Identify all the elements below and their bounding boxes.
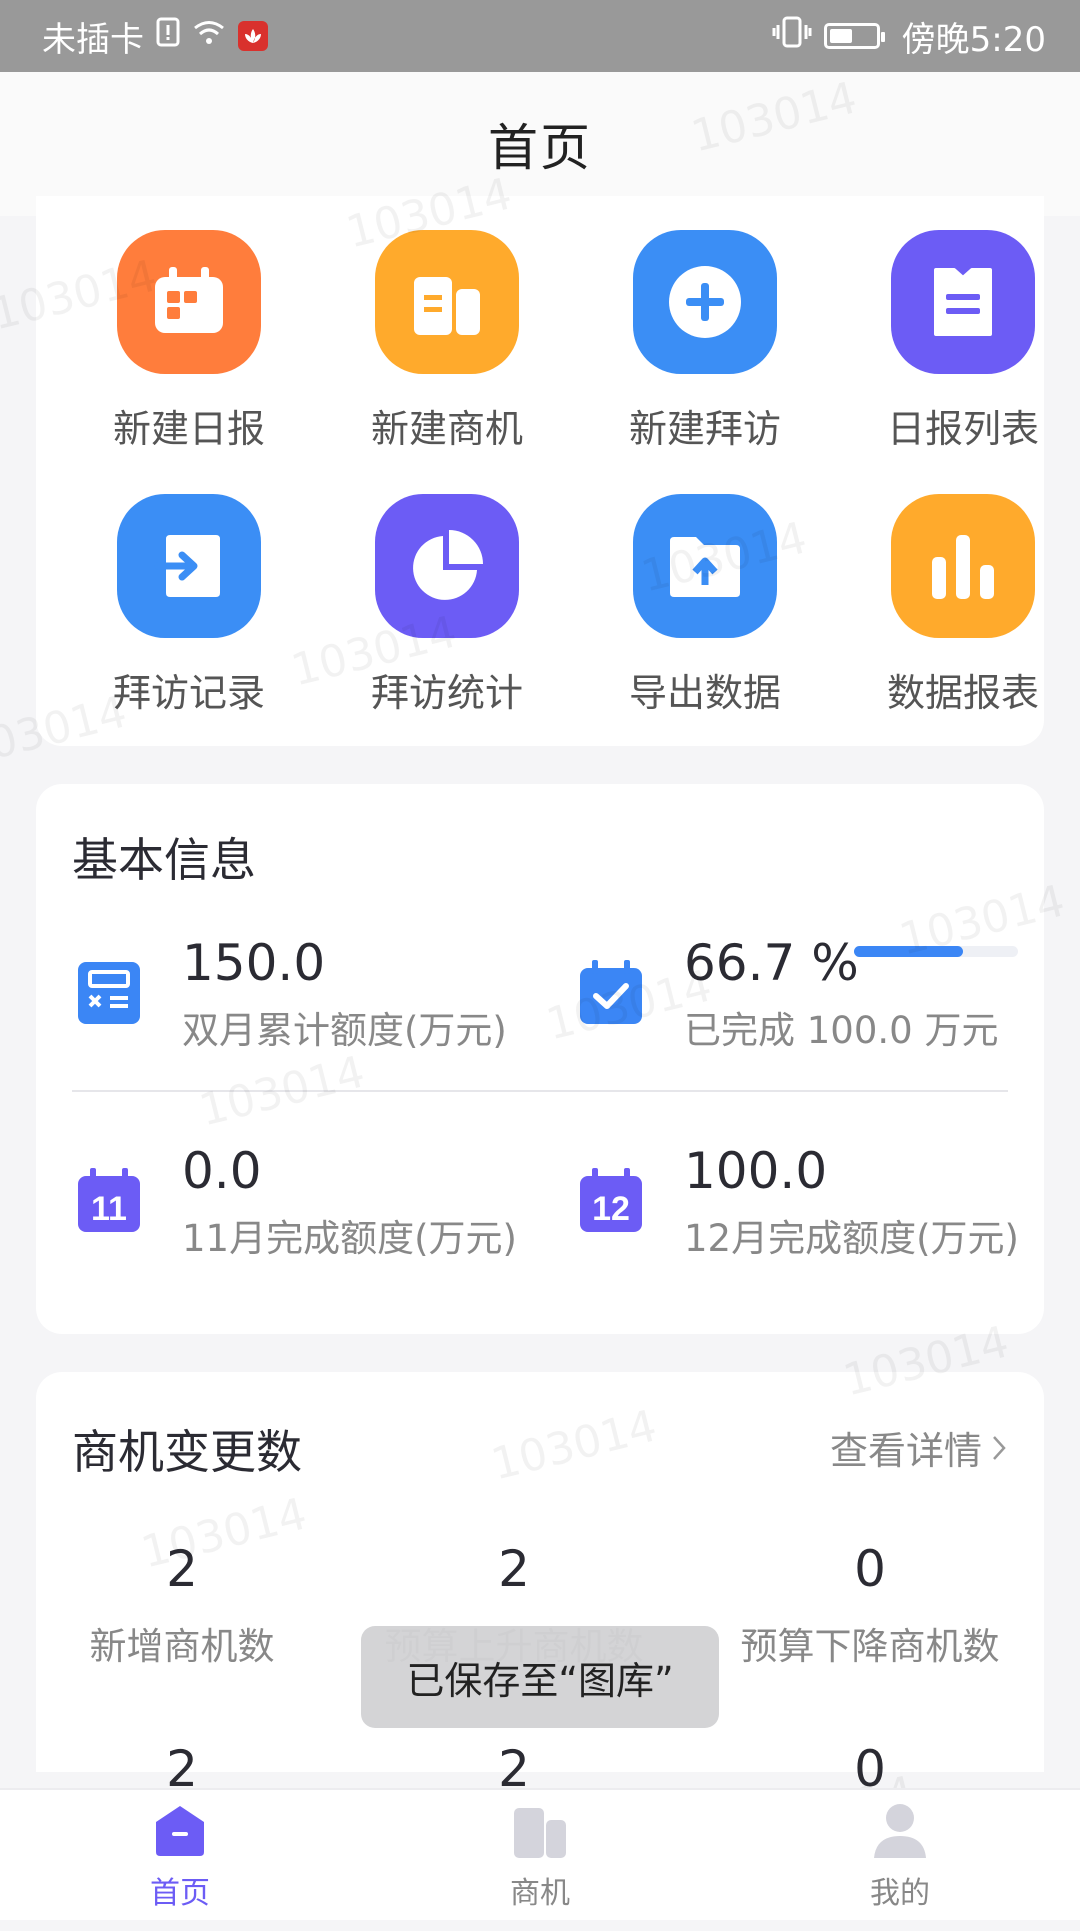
quick-action-new-visit[interactable]: 新建拜访: [585, 230, 825, 453]
list-document-icon: [891, 230, 1035, 374]
view-details-link[interactable]: 查看详情: [830, 1420, 1006, 1475]
quick-action-new-daily-report[interactable]: 新建日报: [69, 230, 309, 453]
section-title: 基本信息: [72, 833, 256, 887]
app-notification-icon: [238, 21, 268, 51]
quick-action-label: 新建商机: [370, 407, 523, 451]
plus-circle-icon: [633, 230, 777, 374]
wifi-icon: [192, 16, 226, 56]
quick-action-visit-records[interactable]: 拜访记录: [69, 494, 309, 717]
stat-budget-decrease: 0 预算下降商机数: [720, 1540, 1020, 1670]
login-arrow-icon: [117, 494, 261, 638]
stat-label: 新增商机数: [89, 1625, 275, 1668]
quick-actions-card: 新建日报 新建商机 新建拜访 日报列表 拜访记录 拜访统计 导出数据 数据报表: [36, 196, 1044, 746]
sim-alert-icon: [156, 16, 180, 56]
page-title: 首页: [488, 119, 592, 177]
metric-bimonthly-total: 150.0 双月累计额度(万元): [76, 932, 507, 1054]
quick-action-label: 拜访记录: [112, 671, 265, 715]
quick-action-data-reports[interactable]: 数据报表: [843, 494, 1080, 717]
stat-label: 预算下降商机数: [740, 1625, 1000, 1668]
bar-chart-icon: [891, 494, 1035, 638]
metric-label: 11月完成额度(万元): [182, 1217, 517, 1260]
battery-icon: [823, 23, 885, 49]
metric-value: 100.0: [684, 1142, 828, 1200]
buildings-icon: [510, 1802, 570, 1862]
quick-action-label: 导出数据: [628, 671, 781, 715]
carrier-text: 未插卡: [42, 19, 144, 60]
view-details-label: 查看详情: [829, 1429, 982, 1473]
completion-progress-fill: [854, 946, 964, 957]
quick-action-label: 拜访统计: [370, 671, 523, 715]
metric-december-amount: 12 100.0 12月完成额度(万元): [578, 1140, 1019, 1262]
stat-value: 2: [166, 1540, 198, 1598]
navigation-bar: 首页: [0, 72, 1080, 216]
clock-text: 傍晚5:20: [901, 19, 1046, 60]
quick-action-label: 日报列表: [886, 407, 1039, 451]
tab-opportunities[interactable]: 商机: [360, 1790, 720, 1920]
basic-info-card: 基本信息 150.0 双月累计额度(万元) 66.7 % 已完成 100.0 万…: [36, 784, 1044, 1334]
status-bar: 未插卡 傍晚5:20: [0, 0, 1080, 72]
tab-profile[interactable]: 我的: [720, 1790, 1080, 1920]
metric-label: 双月累计额度(万元): [182, 1009, 507, 1052]
stat-new-opportunities: 2 新增商机数: [32, 1540, 332, 1670]
svg-text:12: 12: [592, 1190, 630, 1228]
quick-action-daily-report-list[interactable]: 日报列表: [843, 230, 1080, 453]
quick-action-label: 新建日报: [112, 407, 265, 451]
tab-home[interactable]: 首页: [0, 1790, 360, 1920]
quick-action-visit-statistics[interactable]: 拜访统计: [327, 494, 567, 717]
user-icon: [870, 1802, 930, 1862]
quick-action-new-opportunity[interactable]: 新建商机: [327, 230, 567, 453]
quick-action-label: 数据报表: [886, 671, 1039, 715]
tab-label: 首页: [150, 1876, 210, 1911]
calendar-11-icon: 11: [76, 1168, 142, 1234]
calendar-12-icon: 12: [578, 1168, 644, 1234]
stat-value: 0: [854, 1540, 886, 1598]
quick-action-label: 新建拜访: [628, 407, 781, 451]
bottom-tab-bar: 首页 商机 我的: [0, 1788, 1080, 1920]
metric-value: 0.0: [182, 1142, 262, 1200]
svg-text:11: 11: [91, 1190, 127, 1228]
folder-upload-icon: [633, 494, 777, 638]
quick-action-export-data[interactable]: 导出数据: [585, 494, 825, 717]
building-icon: [375, 230, 519, 374]
tab-label: 我的: [870, 1876, 930, 1911]
calendar-icon: [117, 230, 261, 374]
stat-value: 2: [498, 1540, 530, 1598]
section-title: 商机变更数: [72, 1425, 302, 1479]
metric-value: 66.7 %: [684, 934, 859, 992]
divider: [72, 1090, 1008, 1092]
calculator-icon: [76, 960, 142, 1026]
completion-progress-bar: [854, 946, 1018, 957]
pie-chart-icon: [375, 494, 519, 638]
metric-value: 150.0: [182, 934, 326, 992]
chevron-right-icon: [992, 1426, 1006, 1470]
vibrate-icon: [772, 15, 812, 58]
metric-label: 12月完成额度(万元): [684, 1217, 1019, 1260]
home-icon: [152, 1802, 208, 1862]
metric-november-amount: 11 0.0 11月完成额度(万元): [76, 1140, 517, 1262]
tab-label: 商机: [510, 1876, 570, 1911]
saved-toast: 已保存至“图库”: [361, 1626, 719, 1728]
metric-label: 已完成 100.0 万元: [684, 1009, 999, 1052]
calendar-check-icon: [578, 960, 644, 1026]
